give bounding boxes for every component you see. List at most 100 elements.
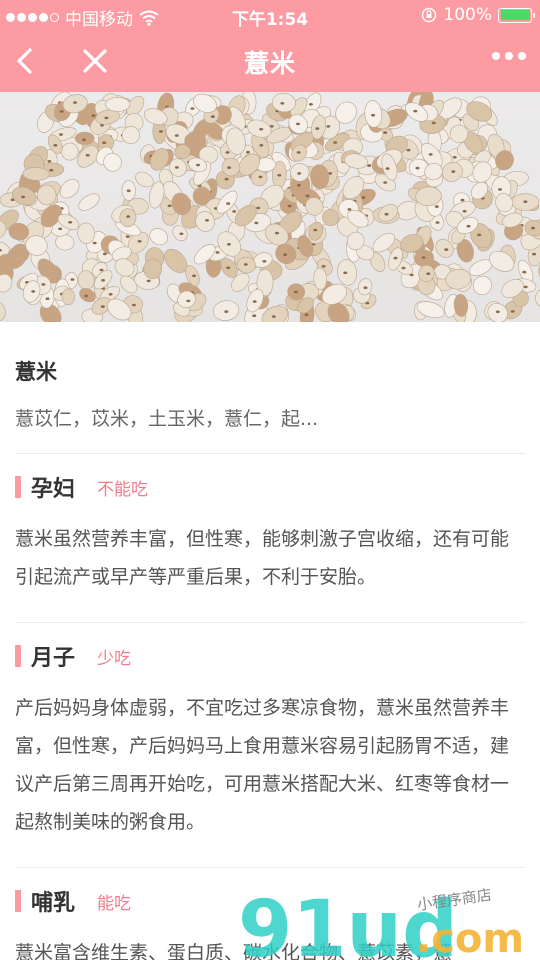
section-verdict: 能吃 [97,893,132,914]
seed-groove [186,299,191,303]
seed-groove [383,131,388,134]
seed [221,157,241,177]
seed-groove [421,256,426,259]
orientation-lock-icon [422,7,437,23]
seed-groove [47,160,52,163]
seed-groove [259,127,264,131]
seed-groove [258,175,263,179]
seed-groove [304,313,309,316]
seed [74,131,95,145]
seed-groove [287,204,292,208]
seed-groove [277,173,282,177]
watermark-suffix: .com [416,916,524,960]
content: 薏米 薏苡仁，苡米，土玉米，薏仁，起... 孕妇 不能吃 薏米虽然营养丰富，但性… [0,322,540,960]
seed-groove [252,300,257,303]
seed-groove [226,202,231,205]
seed-groove [126,189,131,193]
seed-groove [82,138,86,142]
seed-groove [226,266,231,269]
seed-groove [385,167,390,170]
seed-groove [102,141,107,144]
seed-groove [59,110,64,113]
seed-groove [126,215,131,218]
seed-groove [462,209,467,213]
section-verdict: 不能吃 [97,479,149,500]
seed-groove [215,251,220,254]
seed-groove [371,113,376,117]
seed-groove [205,219,209,222]
seed-groove [49,168,54,172]
seed-groove [41,283,46,286]
seed-groove [383,181,388,184]
seed-groove [477,233,482,237]
seed-groove [431,121,436,125]
seed-groove [224,310,229,313]
seed-groove [70,278,75,281]
seed-groove [59,133,63,136]
seed-groove [293,290,298,294]
seed-groove [308,103,313,106]
seed-groove [333,141,338,144]
seed-groove [45,297,50,300]
seed-groove [158,130,163,133]
section-header: 孕妇 不能吃 [15,472,525,502]
seed-groove [58,227,63,231]
section-text: 产后妈妈身体虚弱，不宜吃过多寒凉食物，薏米虽然营养丰富，但性寒，产后妈妈马上食用… [15,697,510,833]
section-header: 月子 少吃 [15,641,525,671]
seed-groove [297,172,302,175]
seed-groove [100,305,105,308]
seed-groove [275,231,279,235]
seed [78,193,100,211]
seed-groove [224,177,229,181]
seed-groove [167,204,172,208]
seed-groove [271,315,276,318]
seed-groove [435,221,440,224]
hero-image [0,92,540,322]
seed-groove [125,235,130,238]
seed-groove [92,241,97,245]
seed-groove [232,210,237,213]
seed-groove [522,270,527,274]
seed-groove [108,293,113,296]
nav-bar: 薏米 [0,30,540,92]
seed-groove [84,294,89,298]
seed-groove [367,164,372,167]
seed-groove [196,163,200,167]
seed-groove [313,228,318,232]
seed-groove [104,116,109,120]
seed-groove [146,279,151,283]
seed-groove [415,166,420,170]
section-postpartum: 月子 少吃 产后妈妈身体虚弱，不宜吃过多寒凉食物，薏米虽然营养丰富，但性寒，产后… [15,641,525,868]
seed-groove [246,150,250,154]
seed [472,275,492,296]
seed-groove [21,195,26,199]
seed-groove [296,122,300,126]
page-title: 薏米 [243,49,296,78]
seed-groove [226,243,231,246]
seed-groove [99,268,104,272]
more-icon[interactable] [492,52,526,60]
section-title: 孕妇 [31,477,76,502]
food-intro: 薏米 薏苡仁，苡米，土玉米，薏仁，起... [15,322,525,454]
seed-groove [296,183,301,187]
seed-groove [101,279,106,282]
seed-groove [343,271,348,275]
seed-groove [401,266,406,270]
seed-groove [413,109,418,113]
seed-groove [73,101,77,104]
seed-groove [426,272,431,275]
seed-groove [532,252,537,256]
seed-groove [174,166,179,169]
seed-groove [225,151,230,154]
section-title: 月子 [31,646,76,671]
seed-groove [460,198,465,202]
seed-groove [31,290,36,293]
seed-groove [137,240,142,243]
seed-groove [326,125,331,128]
seed-groove [393,256,398,260]
section-text: 薏米虽然营养丰富，但性寒，能够刺激子宫收缩，还有可能引起流产或早产等严重后果，不… [15,528,510,588]
section-title: 哺乳 [31,891,76,916]
seed-groove [452,156,457,159]
seed-groove [190,107,195,110]
seed-groove [523,285,528,289]
